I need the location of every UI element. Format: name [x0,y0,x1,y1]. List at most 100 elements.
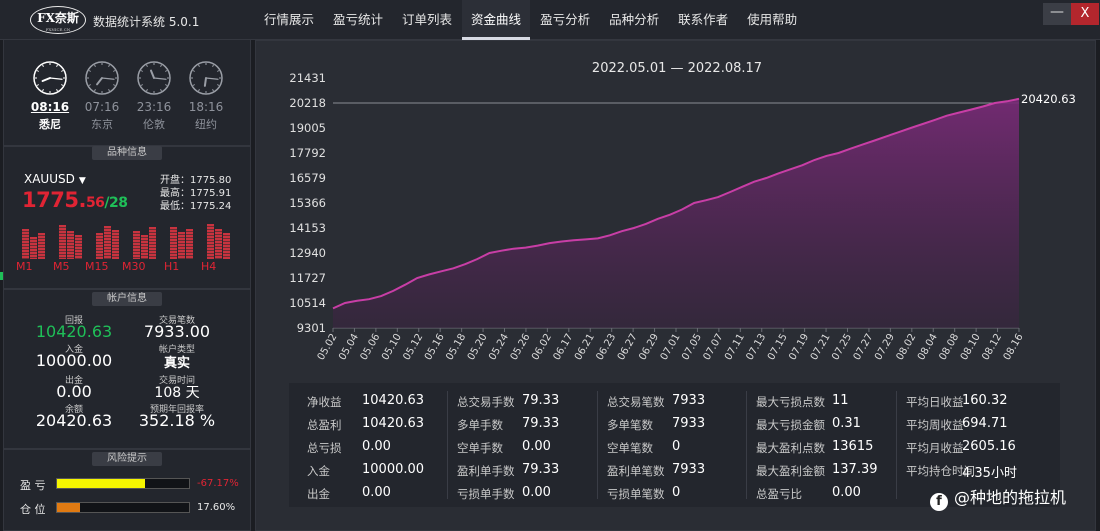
stat-value: 10000.00 [362,462,425,477]
clock-time: 08:16 [30,100,70,114]
app-title: 数据统计系统 5.0.1 [93,15,200,29]
y-tick-label: 19005 [289,121,326,135]
stat-value: 2605.16 [962,439,1016,454]
x-tick-label: 05.16 [423,332,447,362]
clock-time: 23:16 [136,100,172,114]
timeframe-bar-m15 [96,221,120,259]
watermark-text: @种地的拖拉机 [954,488,1067,507]
last-value-label: 20420.63 [1021,92,1076,106]
x-tick-label: 08.12 [980,332,1004,362]
x-tick-label: 05.24 [487,332,511,362]
stat-label: 最大亏损金额 [756,418,825,432]
nav-tab-2[interactable]: 盈亏统计 [324,0,392,40]
trend-column [141,235,148,259]
stat-label: 总交易笔数 [607,395,665,409]
timeframe-label[interactable]: M15 [85,260,109,273]
y-tick-label: 14153 [289,221,326,235]
stat-value: 160.32 [962,393,1008,408]
timeframe-bar-m1 [22,221,46,259]
stat-label: 空单手数 [457,441,503,455]
trades-value: 7933.00 [143,322,211,341]
x-tick-label: 07.11 [723,332,747,362]
timeframe-label[interactable]: H1 [164,260,179,273]
stat-label: 净收益 [307,395,342,409]
nav-tab-1[interactable]: 行情展示 [255,0,323,40]
column-separator [746,391,747,499]
stat-label: 盈利单手数 [457,464,515,478]
equity-area [333,98,1019,328]
timeframe-label[interactable]: M1 [16,260,33,273]
stat-label: 出金 [307,487,330,501]
nav-tab-8[interactable]: 使用帮助 [738,0,806,40]
stat-value: 0 [672,485,681,500]
trend-column [59,225,66,259]
timeframe-bar-h4 [207,221,231,259]
trend-column [104,226,111,259]
y-tick-label: 21431 [289,71,326,85]
price-fraction: 56 [85,195,105,211]
main-nav: 行情展示 盈亏统计 订单列表 资金曲线 盈亏分析 品种分析 联系作者 使用帮助 [255,0,807,40]
timeframe-label[interactable]: M30 [122,260,146,273]
minimize-button[interactable]: — [1043,3,1071,25]
trading-time-value: 108 天 [154,385,200,401]
chevron-down-icon: ▼ [78,176,86,186]
stat-value: 137.39 [832,462,878,477]
stat-value: 0.31 [832,416,861,431]
stat-label: 平均周收益 [906,418,964,432]
stat-value: 11 [832,393,849,408]
position-bar [56,502,190,513]
clock-4: 18:16 纽约 [185,60,227,132]
stat-value: 13615 [832,439,874,454]
x-tick-label: 06.29 [637,332,661,362]
x-tick-label: 07.07 [702,332,726,362]
deposit-value: 10000.00 [35,351,113,370]
stat-label: 入金 [307,464,330,478]
x-tick-label: 05.20 [466,332,490,362]
account-info-panel: 帐户信息 回报 10420.63 入金 10000.00 出金 0.00 余额 … [3,289,251,449]
close-button[interactable]: X [1071,3,1099,25]
x-tick-label: 08.04 [916,332,940,362]
current-price: 1775.56/28 [22,188,128,212]
nav-tab-7[interactable]: 联系作者 [669,0,737,40]
clock-2: 07:16 东京 [81,60,123,132]
nav-tab-3[interactable]: 订单列表 [393,0,461,40]
stat-value: 79.33 [522,416,560,431]
stat-label: 平均日收益 [906,395,964,409]
timeframe-trend-bars [18,221,238,261]
facebook-icon: f [930,493,948,511]
stat-value: 0.00 [362,485,391,500]
x-tick-label: 06.17 [552,332,576,362]
nav-tab-5[interactable]: 盈亏分析 [531,0,599,40]
stat-value: 0.00 [362,439,391,454]
nav-tab-4[interactable]: 资金曲线 [462,0,531,40]
chart-title: 2022.05.01 — 2022.08.17 [592,61,762,76]
symbol-selector[interactable]: XAUUSD ▼ [24,172,86,186]
stat-value: 10420.63 [362,416,425,431]
x-tick-label: 05.10 [380,332,404,362]
x-tick-label: 05.02 [316,332,340,362]
stat-label: 总盈亏比 [756,487,802,501]
trend-column [149,227,156,259]
annual-return-value: 352.18 % [138,411,216,430]
x-tick-label: 07.05 [680,332,704,362]
nav-tab-6[interactable]: 品种分析 [600,0,668,40]
trend-column [75,235,82,259]
symbol-info-panel: 品种信息 XAUUSD ▼ 1775.56/28 开盘：1775.80 最高：17… [3,146,251,289]
stat-label: 空单笔数 [607,441,653,455]
trend-column [186,229,193,259]
column-separator [896,391,897,499]
risk-panel: 风险提示 盈 亏 -67.17% 仓 位 17.60% [3,449,251,531]
trend-column [38,233,45,259]
price-spread: /28 [104,195,128,211]
timeframe-label[interactable]: H4 [201,260,216,273]
clock-city: 东京 [91,118,113,131]
timeframe-label[interactable]: M5 [53,260,70,273]
trend-column [30,237,37,259]
account-panel-title: 帐户信息 [92,292,162,306]
x-tick-label: 07.01 [659,332,683,362]
symbol-name: XAUUSD [24,172,75,186]
stat-label: 总盈利 [307,418,342,432]
timeframe-bar-m5 [59,221,83,259]
y-tick-label: 15366 [289,196,326,210]
withdraw-value: 0.00 [56,382,92,401]
